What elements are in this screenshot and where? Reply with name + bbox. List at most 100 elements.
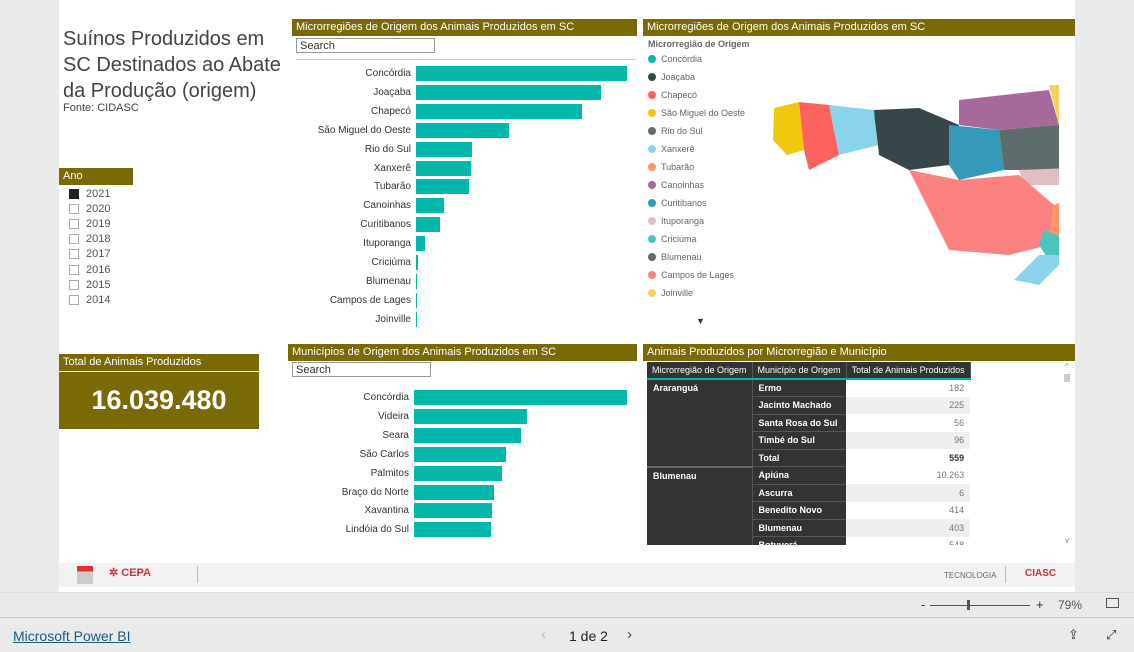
value-cell: 403 (846, 519, 971, 537)
bar-label: Rio do Sul (364, 143, 411, 155)
map-region-canoinhas[interactable] (959, 90, 1059, 130)
legend-item[interactable]: Joinville (648, 284, 745, 302)
column-header[interactable]: Total de Animais Produzidos (846, 362, 971, 380)
bar-label: Videira (378, 410, 409, 422)
page-title: Suínos Produzidos em SC Destinados ao Ab… (63, 28, 281, 102)
zoom-bar: - + 79% (0, 592, 1134, 617)
checkbox[interactable] (69, 264, 79, 275)
bar[interactable] (414, 465, 503, 481)
legend-item[interactable]: Canoinhas (648, 176, 745, 194)
bar[interactable] (416, 311, 417, 327)
bar-label: Canoinhas (363, 200, 411, 212)
checkbox[interactable] (69, 234, 79, 245)
bar[interactable] (416, 179, 470, 195)
legend-item[interactable]: Campos de Lages (648, 266, 745, 284)
legend-item[interactable]: Xanxerê (648, 140, 745, 158)
column-header[interactable]: Microrregião de Origem (647, 362, 753, 380)
value-cell: 10.263 (846, 466, 971, 484)
zoom-slider-handle[interactable] (967, 600, 970, 610)
checkbox[interactable] (69, 294, 79, 305)
year-option[interactable]: 2015 (59, 277, 110, 292)
fit-to-page-icon[interactable] (1106, 598, 1119, 608)
checkbox[interactable] (69, 203, 79, 214)
share-icon[interactable]: ⇪ (1068, 627, 1079, 643)
legend-label: Tubarão (661, 162, 695, 172)
legend-item[interactable]: Ituporanga (648, 212, 745, 230)
year-label: 2018 (86, 233, 111, 246)
bar[interactable] (414, 390, 627, 405)
year-option[interactable]: 2018 (59, 232, 110, 247)
legend-item[interactable]: Rio do Sul (648, 122, 745, 140)
bar[interactable] (416, 273, 417, 289)
map-region-joacaba[interactable] (874, 108, 959, 170)
bar[interactable] (414, 484, 495, 500)
checkbox[interactable] (69, 279, 79, 290)
legend-label: Chapecó (661, 90, 698, 100)
bar[interactable] (416, 217, 440, 233)
year-option[interactable]: 2017 (59, 247, 110, 262)
municipality-cell: Apiúna (751, 466, 847, 485)
legend-item[interactable]: Chapecó (648, 86, 745, 104)
legend-item[interactable]: Blumenau (648, 248, 745, 266)
bar[interactable] (416, 141, 472, 157)
legend-item[interactable]: Criciúma (648, 230, 745, 248)
year-option[interactable]: 2020 (59, 201, 110, 216)
legend-dot-icon (648, 163, 656, 171)
legend-dot-icon (648, 199, 656, 207)
bar[interactable] (416, 292, 417, 308)
legend-item[interactable]: Concórdia (648, 50, 745, 68)
checkbox[interactable] (69, 218, 79, 229)
divider (197, 566, 198, 583)
zoom-out-button[interactable]: - (921, 597, 925, 612)
bar[interactable] (416, 66, 627, 81)
municipality-search-input[interactable]: Search (292, 362, 431, 377)
fullscreen-icon[interactable]: ⤢ (1106, 627, 1116, 643)
bar[interactable] (416, 160, 472, 176)
year-option[interactable]: 2021 (59, 186, 110, 201)
next-page-icon[interactable]: › (627, 626, 632, 643)
legend-item[interactable]: Joaçaba (648, 68, 745, 86)
municipality-cell: Blumenau (751, 519, 847, 537)
checkbox[interactable] (69, 249, 79, 260)
zoom-in-button[interactable]: + (1036, 597, 1044, 612)
year-option[interactable]: 2016 (59, 262, 110, 277)
bar[interactable] (414, 522, 492, 538)
table-row: Araranguá Ermo 182 (647, 379, 971, 468)
map-region-rio-do-sul[interactable] (999, 125, 1059, 170)
source-text: Fonte: CIDASC (63, 102, 139, 114)
legend-label: Joaçaba (661, 72, 696, 82)
bar-label: Concórdia (363, 392, 409, 403)
bar[interactable] (414, 408, 528, 424)
zoom-slider[interactable] (930, 605, 1030, 606)
bar[interactable] (414, 427, 522, 443)
column-header[interactable]: Município de Origem (752, 362, 847, 380)
bar-label: Blumenau (365, 275, 411, 287)
bar[interactable] (416, 198, 445, 214)
map-region-curitibanos[interactable] (949, 125, 1004, 180)
legend-dot-icon (648, 145, 656, 153)
sc-map[interactable] (759, 80, 1059, 285)
previous-page-icon[interactable]: ‹ (541, 626, 546, 643)
microregion-search-input[interactable]: Search (296, 38, 435, 53)
checkbox[interactable] (69, 188, 79, 199)
value-cell: 56 (846, 414, 971, 432)
bar-label: Joinville (375, 313, 411, 325)
bar[interactable] (416, 236, 425, 252)
bar[interactable] (416, 103, 583, 119)
legend-item[interactable]: Curitibanos (648, 194, 745, 212)
legend-label: Rio do Sul (661, 126, 703, 136)
matrix-scrollbar[interactable]: ^ v (1062, 362, 1072, 545)
bar[interactable] (416, 122, 510, 138)
legend-item[interactable]: São Miguel do Oeste (648, 104, 745, 122)
bar[interactable] (416, 255, 418, 270)
legend-scroll-down-icon[interactable]: ▼ (696, 316, 705, 326)
map-region-sao-miguel-do-oeste[interactable] (773, 102, 804, 155)
bar[interactable] (414, 446, 507, 462)
year-option[interactable]: 2014 (59, 292, 110, 307)
power-bi-link[interactable]: Microsoft Power BI (13, 628, 130, 644)
bar[interactable] (416, 84, 602, 100)
bar[interactable] (414, 503, 493, 519)
year-option[interactable]: 2019 (59, 216, 110, 231)
legend-item[interactable]: Tubarão (648, 158, 745, 176)
map-region-ararangua[interactable] (1014, 255, 1059, 285)
